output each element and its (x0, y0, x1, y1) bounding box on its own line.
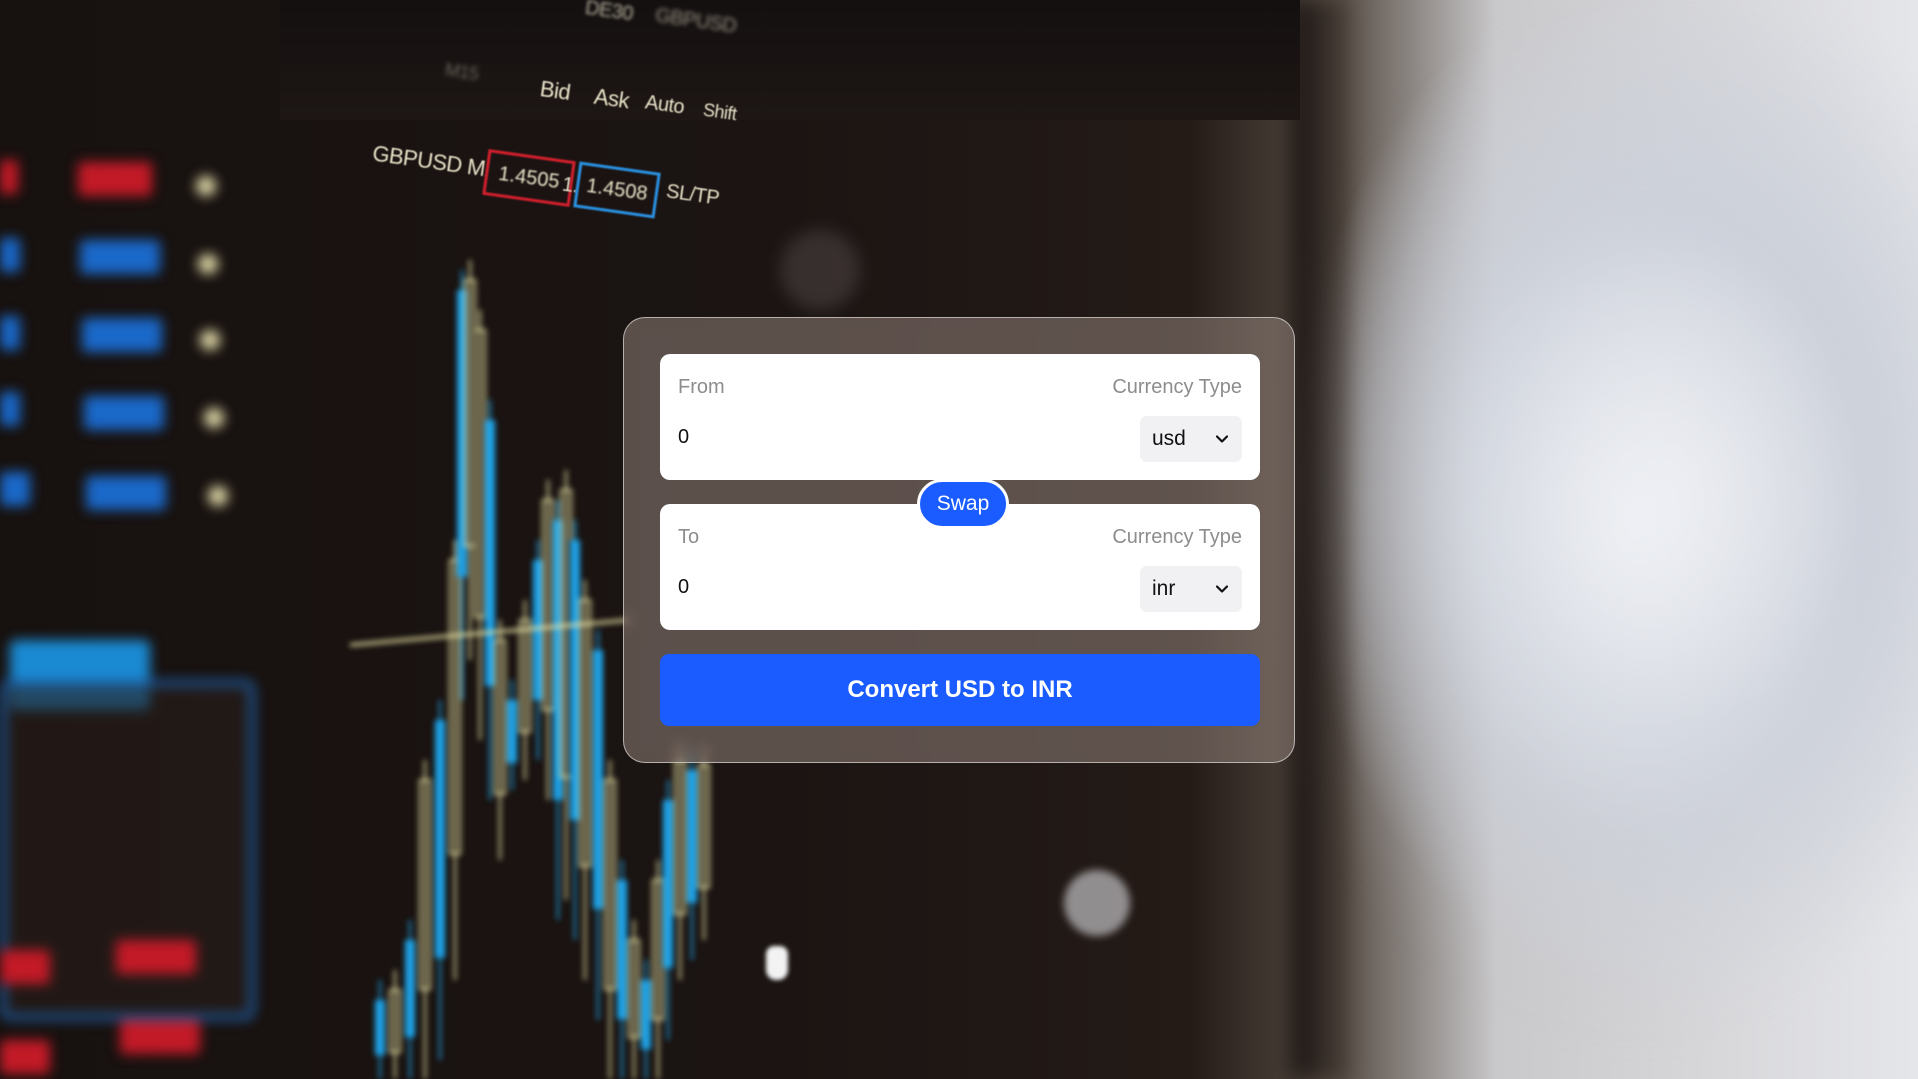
candle-body (570, 540, 580, 820)
to-currency-value: inr (1152, 577, 1176, 600)
cursor-icon (766, 946, 788, 980)
to-label: To (678, 526, 700, 548)
from-label: From (678, 376, 725, 398)
candle-body (617, 880, 627, 1020)
currency-converter-card: From Currency Type usd Swap To Currency … (623, 317, 1295, 763)
chevron-down-icon (1215, 435, 1229, 443)
background-haze (1320, 0, 1918, 1079)
candle-body (593, 650, 603, 909)
candle-body (687, 770, 697, 903)
from-currency-select[interactable]: usd (1140, 416, 1242, 462)
candle-body (663, 800, 673, 968)
candle-body (375, 1000, 385, 1056)
from-currency-type-label: Currency Type (1112, 376, 1242, 398)
candle-body (405, 940, 415, 1038)
candle-body (485, 420, 495, 686)
to-currency-type-label: Currency Type (1112, 526, 1242, 548)
from-section: From Currency Type usd (660, 354, 1260, 480)
from-amount-input[interactable] (678, 420, 1098, 454)
candle-body (435, 720, 445, 958)
to-currency-select[interactable]: inr (1140, 566, 1242, 612)
convert-button[interactable]: Convert USD to INR (660, 654, 1260, 726)
candle-body (507, 700, 517, 763)
from-currency-value: usd (1152, 427, 1186, 450)
to-amount-input[interactable] (678, 570, 1098, 604)
bokeh-light (1064, 870, 1130, 936)
swap-button[interactable]: Swap (917, 479, 1009, 529)
candle-body (641, 980, 651, 1050)
chevron-down-icon (1215, 585, 1229, 593)
